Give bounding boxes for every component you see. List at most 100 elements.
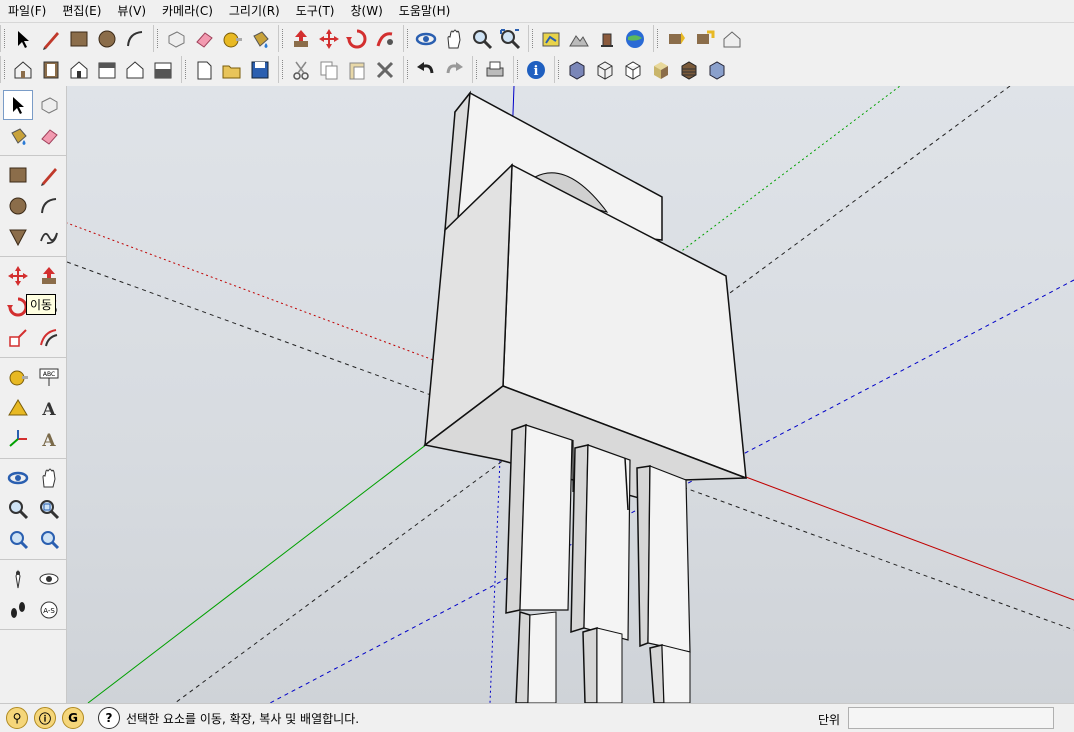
3d-text-button[interactable]: A	[34, 424, 64, 454]
pan-button[interactable]	[440, 25, 468, 53]
print-button[interactable]	[481, 56, 509, 84]
menu-item[interactable]: 창(W)	[343, 0, 391, 22]
position-camera-button[interactable]	[3, 564, 33, 594]
back-view-button[interactable]	[121, 56, 149, 84]
google-signin-icon[interactable]: G	[62, 707, 84, 729]
get-components-button[interactable]	[662, 25, 690, 53]
paste-button[interactable]	[343, 56, 371, 84]
protractor-button[interactable]	[3, 393, 33, 423]
arc-button[interactable]	[34, 191, 64, 221]
terrain-button[interactable]	[565, 25, 593, 53]
make-component-button[interactable]	[162, 25, 190, 53]
undo-button[interactable]	[412, 56, 440, 84]
menu-item[interactable]: 그리기(R)	[221, 0, 288, 22]
make-component-button[interactable]	[34, 90, 64, 120]
menu-item[interactable]: 도움말(H)	[391, 0, 459, 22]
model-info-button[interactable]: i	[522, 56, 550, 84]
right-view-button[interactable]	[93, 56, 121, 84]
rectangle-button[interactable]	[65, 25, 93, 53]
share-component-button[interactable]	[690, 25, 718, 53]
add-location-button[interactable]	[537, 25, 565, 53]
rotate-button[interactable]	[343, 25, 371, 53]
zoom-extents-icon	[500, 28, 521, 49]
shaded-button[interactable]	[647, 56, 675, 84]
circle-button[interactable]	[93, 25, 121, 53]
measurements-field[interactable]	[848, 707, 1054, 729]
axes-icon	[9, 430, 27, 447]
arc-button[interactable]	[121, 25, 149, 53]
credits-icon[interactable]: ⓘ	[34, 707, 56, 729]
menu-item[interactable]: 파일(F)	[0, 0, 54, 22]
axes-button[interactable]	[3, 424, 33, 454]
tape-measure-button[interactable]	[3, 362, 33, 392]
line-button[interactable]	[34, 160, 64, 190]
geo-location-icon[interactable]: ⚲	[6, 707, 28, 729]
orbit-button[interactable]	[412, 25, 440, 53]
zoom-icon	[473, 29, 493, 49]
redo-button[interactable]	[440, 56, 468, 84]
circle-button[interactable]	[3, 191, 33, 221]
drawing-viewport[interactable]	[67, 86, 1074, 703]
iso-view-button[interactable]	[9, 56, 37, 84]
eraser-button[interactable]	[190, 25, 218, 53]
wireframe-button[interactable]	[591, 56, 619, 84]
zoom-window-button[interactable]	[34, 494, 64, 524]
tape-measure-button[interactable]	[218, 25, 246, 53]
next-view-button[interactable]	[34, 525, 64, 555]
pan-button[interactable]	[34, 463, 64, 493]
menu-item[interactable]: 뷰(V)	[109, 0, 154, 22]
open-folder-button[interactable]	[218, 56, 246, 84]
push-pull-button[interactable]	[34, 261, 64, 291]
google-earth-button[interactable]	[621, 25, 649, 53]
zoom-extents-button[interactable]	[496, 25, 524, 53]
front-view-button[interactable]	[65, 56, 93, 84]
copy-button[interactable]	[315, 56, 343, 84]
menu-item[interactable]: 카메라(C)	[154, 0, 221, 22]
top-view-button[interactable]	[37, 56, 65, 84]
left-view-button[interactable]	[149, 56, 177, 84]
freehand-button[interactable]	[34, 222, 64, 252]
menu-item[interactable]: 도구(T)	[288, 0, 343, 22]
save-icon	[251, 61, 269, 78]
select-button[interactable]	[9, 25, 37, 53]
move-button[interactable]	[3, 261, 33, 291]
select-button[interactable]	[3, 90, 33, 120]
delete-button[interactable]	[371, 56, 399, 84]
cut-button[interactable]	[287, 56, 315, 84]
section-plane-button[interactable]: A-S	[34, 595, 64, 625]
previous-view-button[interactable]	[3, 525, 33, 555]
rectangle-button[interactable]	[3, 160, 33, 190]
new-file-button[interactable]	[190, 56, 218, 84]
eraser-button[interactable]	[34, 121, 64, 151]
previous-view-icon	[10, 531, 29, 550]
scale-button[interactable]	[3, 323, 33, 353]
move-button[interactable]	[315, 25, 343, 53]
paint-bucket-button[interactable]	[3, 121, 33, 151]
model-canvas[interactable]	[67, 86, 1074, 703]
monochrome-button[interactable]	[703, 56, 731, 84]
menu-item[interactable]: 편집(E)	[54, 0, 109, 22]
text-button[interactable]: A	[34, 393, 64, 423]
get-models-button[interactable]	[593, 25, 621, 53]
shaded-texture-button[interactable]	[675, 56, 703, 84]
follow-me-icon	[376, 31, 393, 46]
xray-button[interactable]	[563, 56, 591, 84]
hidden-line-button[interactable]	[619, 56, 647, 84]
zoom-button[interactable]	[3, 494, 33, 524]
push-pull-button[interactable]	[287, 25, 315, 53]
walk-icon	[11, 602, 25, 618]
zoom-window-icon	[40, 500, 60, 520]
look-around-button[interactable]	[34, 564, 64, 594]
offset-button[interactable]	[34, 323, 64, 353]
instructor-help-icon[interactable]: ?	[98, 707, 120, 729]
polygon-button[interactable]	[3, 222, 33, 252]
zoom-button[interactable]	[468, 25, 496, 53]
share-model-button[interactable]	[718, 25, 746, 53]
pencil-button[interactable]	[37, 25, 65, 53]
follow-me-button[interactable]	[371, 25, 399, 53]
dimension-button[interactable]: ABC	[34, 362, 64, 392]
walk-button[interactable]	[3, 595, 33, 625]
orbit-button[interactable]	[3, 463, 33, 493]
save-button[interactable]	[246, 56, 274, 84]
paint-bucket-button[interactable]	[246, 25, 274, 53]
